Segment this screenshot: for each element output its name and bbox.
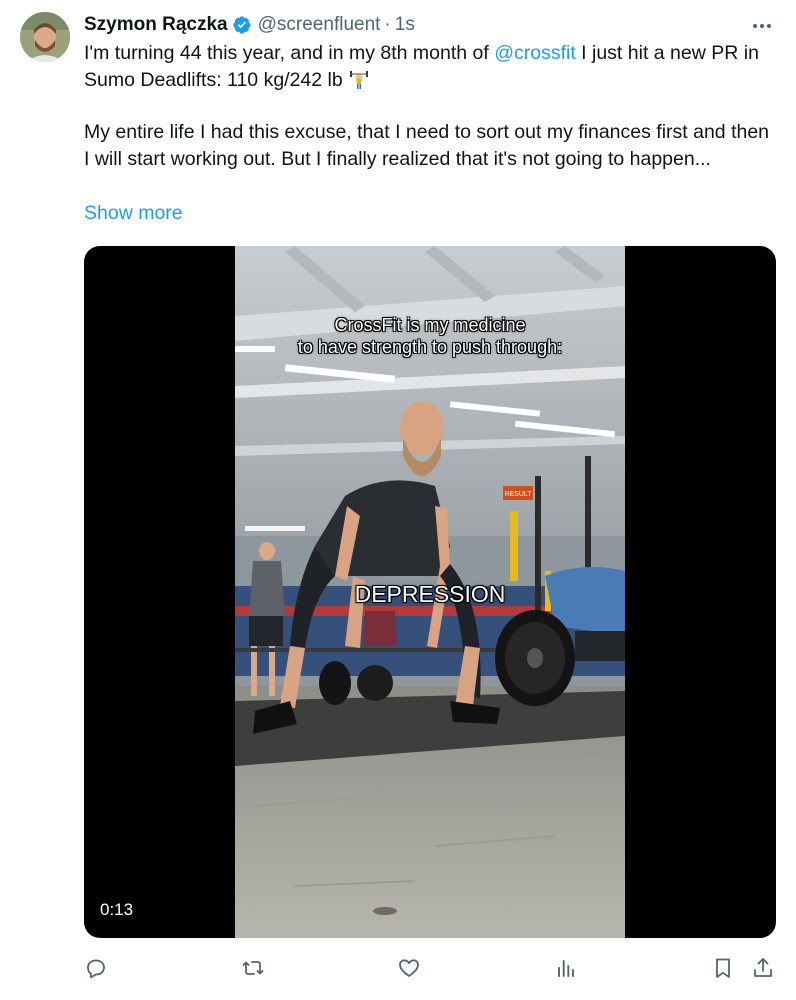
- tweet-text: I'm turning 44 this year, and in my 8th …: [84, 40, 774, 172]
- video-caption-top-line2: to have strength to push through:: [297, 337, 563, 357]
- author-name[interactable]: Szymon Rączka: [84, 14, 228, 36]
- video-captions: CrossFit is my medicine to have strength…: [235, 246, 625, 938]
- views-icon[interactable]: [554, 956, 578, 980]
- video-duration: 0:13: [100, 900, 134, 919]
- reply-icon[interactable]: [84, 956, 108, 980]
- tweet-actions: [84, 956, 778, 982]
- tweet-paragraph-1: I'm turning 44 this year, and in my 8th …: [84, 40, 774, 93]
- retweet-icon[interactable]: [241, 956, 265, 980]
- timestamp[interactable]: 1s: [395, 14, 415, 36]
- verified-badge-icon[interactable]: [232, 15, 252, 35]
- bookmark-icon[interactable]: [711, 956, 735, 980]
- more-icon[interactable]: [750, 14, 774, 38]
- tweet-header: Szymon Rączka @screenfluent · 1s: [84, 12, 415, 38]
- video-player[interactable]: RESULT CrossFit is my medicine to have s…: [84, 246, 776, 938]
- video-caption-middle: DEPRESSION: [354, 581, 506, 607]
- separator-dot: ·: [384, 14, 391, 35]
- like-icon[interactable]: [397, 956, 421, 980]
- video-caption-top-line1: CrossFit is my medicine: [334, 315, 526, 335]
- author-handle[interactable]: @screenfluent: [258, 14, 381, 36]
- mention-link[interactable]: @crossfit: [494, 42, 576, 64]
- weightlifter-emoji-icon: [350, 70, 369, 89]
- tweet-paragraph-2: My entire life I had this excuse, that I…: [84, 121, 770, 170]
- video-caption-top: CrossFit is my medicine to have strength…: [235, 314, 625, 358]
- show-more-link[interactable]: Show more: [84, 202, 183, 225]
- tweet-line1-pre: I'm turning 44 this year, and in my 8th …: [84, 42, 495, 64]
- share-icon[interactable]: [751, 956, 775, 980]
- avatar-image: [20, 12, 70, 62]
- avatar[interactable]: [20, 12, 70, 62]
